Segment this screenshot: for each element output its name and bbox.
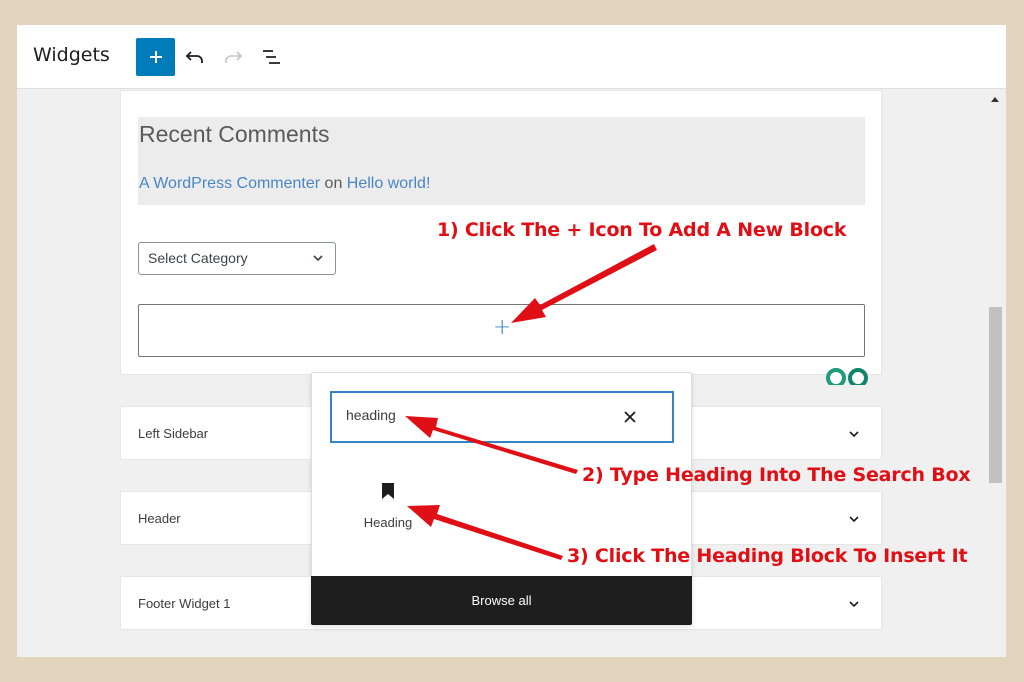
comment-post-link[interactable]: Hello world!: [347, 175, 431, 192]
recent-comments-widget[interactable]: Recent Comments A WordPress Commenter on…: [138, 117, 865, 205]
avatar: [848, 368, 868, 385]
category-select-value: Select Category: [148, 250, 248, 266]
close-icon[interactable]: [620, 407, 640, 427]
widget-area-label: Header: [138, 511, 181, 526]
page-title: Widgets: [33, 44, 110, 66]
annotation-step-2: 2) Type Heading Into The Search Box: [582, 464, 971, 486]
bookmark-icon: [382, 483, 394, 499]
list-view-icon: [263, 50, 280, 64]
redo-button[interactable]: [219, 43, 247, 71]
browse-all-button[interactable]: Browse all: [311, 576, 692, 625]
scroll-up-arrow-icon[interactable]: [991, 97, 999, 102]
chevron-down-icon: [849, 431, 859, 438]
comment-author-link[interactable]: A WordPress Commenter: [139, 175, 320, 192]
chevron-down-icon: [313, 255, 323, 262]
annotation-step-1: 1) Click The + Icon To Add A New Block: [437, 219, 847, 241]
category-select[interactable]: Select Category: [138, 242, 336, 275]
widget-area-label: Footer Widget 1: [138, 596, 231, 611]
widget-area-label: Left Sidebar: [138, 426, 209, 441]
scrollbar-thumb[interactable]: [989, 307, 1002, 483]
add-block-plus-icon[interactable]: +: [493, 317, 511, 339]
widget-title: Recent Comments: [139, 121, 330, 147]
redo-icon: [225, 51, 243, 63]
undo-icon: [185, 51, 203, 63]
chevron-down-icon: [849, 516, 859, 523]
list-view-button[interactable]: [257, 43, 285, 71]
block-appender[interactable]: +: [138, 304, 865, 357]
undo-button[interactable]: [181, 43, 209, 71]
vertical-scrollbar[interactable]: [988, 89, 1002, 657]
plus-icon: [149, 51, 162, 63]
collaborator-avatars: [822, 365, 880, 385]
heading-block-result[interactable]: Heading: [348, 477, 428, 547]
comment-connector: on: [324, 175, 343, 192]
block-result-label: Heading: [363, 515, 413, 530]
block-search-box[interactable]: [330, 391, 674, 443]
add-block-button[interactable]: [136, 38, 175, 76]
block-inserter-popover: Heading Browse all: [311, 372, 692, 625]
avatar: [826, 368, 846, 385]
block-search-input[interactable]: [346, 407, 606, 423]
annotation-step-3: 3) Click The Heading Block To Insert It: [567, 545, 968, 567]
chevron-down-icon: [849, 601, 859, 608]
editor-header: Widgets: [17, 25, 1006, 89]
recent-comment-item: A WordPress Commenter on Hello world!: [139, 175, 430, 193]
